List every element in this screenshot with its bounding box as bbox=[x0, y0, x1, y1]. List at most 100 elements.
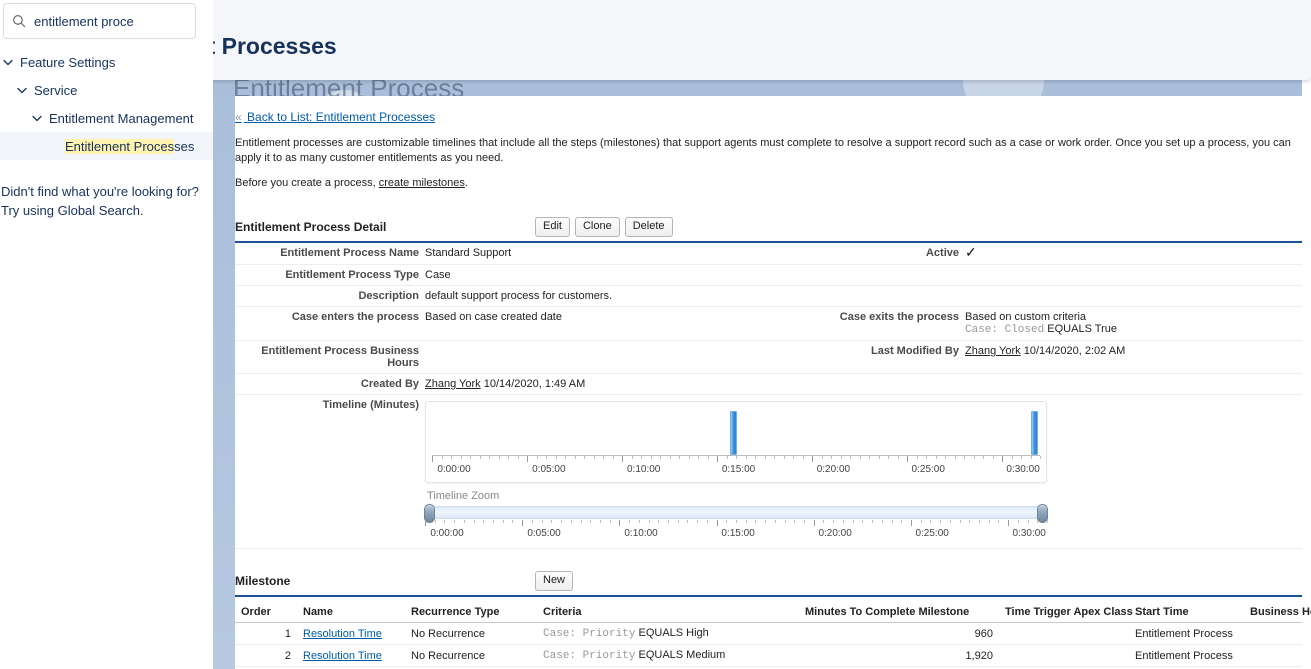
sidebar-item-entitlement-management[interactable]: Entitlement Management bbox=[0, 104, 213, 132]
column-header-name[interactable]: Name bbox=[297, 603, 405, 623]
axis-tick-minor bbox=[483, 520, 485, 523]
axis-tick-label: 0:00:00 bbox=[437, 464, 471, 475]
axis-tick-minor bbox=[1040, 456, 1041, 459]
axis-tick-minor bbox=[978, 520, 980, 523]
sidebar-item-label-rest: ses bbox=[174, 138, 195, 154]
column-header-order[interactable]: Order bbox=[235, 603, 297, 623]
axis-tick-minor bbox=[859, 456, 861, 459]
setup-page: Feature Settings Service Entitlement Man… bbox=[0, 0, 1311, 669]
field-label-empty-3 bbox=[775, 373, 965, 395]
cell-apex-class bbox=[999, 644, 1129, 667]
field-label-empty-2 bbox=[775, 285, 965, 307]
sidebar-item-label: Service bbox=[34, 82, 78, 98]
milestone-table-body: 1 Resolution Time No Recurrence Case: Prior… bbox=[235, 622, 1302, 669]
criteria-field-path: Case: Priority bbox=[543, 650, 636, 662]
column-header-minutes[interactable]: Minutes To Complete Milestone bbox=[799, 603, 999, 623]
back-to-list-link[interactable]: « Back to List: Entitlement Processes bbox=[235, 110, 1302, 124]
chevron-down-icon bbox=[32, 115, 42, 122]
axis-tick-minor bbox=[935, 456, 937, 459]
field-value-process-type: Case bbox=[425, 264, 765, 286]
field-value-active: ✓ bbox=[965, 243, 1302, 265]
created-by-date: 10/14/2020, 1:49 AM bbox=[483, 378, 586, 390]
back-to-list-label: Back to List: Entitlement Processes bbox=[247, 110, 436, 124]
axis-tick-minor bbox=[451, 456, 452, 459]
axis-tick-minor bbox=[555, 456, 557, 459]
axis-tick-minor bbox=[517, 456, 519, 459]
axis-tick-major bbox=[1002, 456, 1003, 462]
setup-nav-panel: Feature Settings Service Entitlement Man… bbox=[0, 0, 213, 669]
setup-search-box[interactable] bbox=[3, 3, 196, 39]
timeline-zoom-track[interactable] bbox=[424, 504, 1048, 523]
axis-tick-minor bbox=[593, 456, 595, 459]
axis-tick-minor bbox=[546, 456, 547, 459]
axis-tick-minor bbox=[660, 456, 661, 459]
created-by-user-link[interactable]: Zhang York bbox=[425, 378, 481, 390]
axis-tick-minor bbox=[631, 456, 633, 459]
axis-tick-minor bbox=[454, 520, 456, 523]
column-header-apex-class[interactable]: Time Trigger Apex Class bbox=[999, 603, 1133, 623]
field-label-process-name: Entitlement Process Name bbox=[235, 243, 425, 265]
content-sheet: « Back to List: Entitlement Processes En… bbox=[235, 96, 1311, 669]
milestone-name-link[interactable]: Resolution Time bbox=[303, 628, 382, 640]
axis-tick-minor bbox=[565, 456, 566, 459]
sidebar-item-entitlement-processes[interactable]: Entitlement Processes bbox=[0, 132, 213, 160]
criteria-operator-value: EQUALS Medium bbox=[638, 649, 726, 661]
intro-after-link: . bbox=[464, 177, 468, 189]
column-header-recurrence-type[interactable]: Recurrence Type bbox=[405, 603, 537, 623]
timeline-milestone-bar[interactable] bbox=[1030, 411, 1038, 455]
cell-business-hours bbox=[1244, 622, 1302, 645]
sidebar-item-service[interactable]: Service bbox=[0, 76, 213, 104]
detail-section-header: Entitlement Process Detail Edit Clone De… bbox=[235, 217, 1302, 243]
timeline-axis-labels: 0:00:00 0:05:00 0:10:00 0:15:00 0:20:00 0:25:… bbox=[432, 464, 1040, 478]
axis-tick-minor bbox=[736, 456, 737, 459]
timeline-milestone-bar[interactable] bbox=[729, 411, 737, 455]
axis-tick-minor bbox=[551, 520, 553, 523]
axis-tick-label: 0:15:00 bbox=[721, 528, 755, 539]
axis-tick-minor bbox=[881, 520, 883, 523]
chevron-down-icon bbox=[17, 87, 27, 94]
axis-tick-label: 0:10:00 bbox=[624, 528, 658, 539]
cell-minutes: 1,920 bbox=[799, 644, 999, 667]
column-header-business-hours[interactable]: Business Hours bbox=[1244, 603, 1311, 623]
delete-button[interactable]: Delete bbox=[624, 217, 673, 237]
axis-tick-minor bbox=[463, 520, 465, 523]
axis-tick-minor bbox=[945, 456, 946, 459]
field-value-empty-2 bbox=[965, 285, 1302, 307]
clone-button[interactable]: Clone bbox=[574, 217, 620, 237]
timeline-chart: 0:00:00 0:05:00 0:10:00 0:15:00 0:20:00 0:25:… bbox=[425, 401, 1047, 483]
axis-tick-label: 0:15:00 bbox=[721, 464, 756, 475]
sidebar-item-label: Feature Settings bbox=[20, 54, 116, 70]
timeline-tick-marks bbox=[432, 456, 1041, 463]
axis-tick-minor bbox=[802, 456, 804, 459]
axis-tick-minor bbox=[677, 520, 679, 523]
field-value-case-enters: Based on case created date bbox=[425, 306, 765, 341]
timeline-zoom-control[interactable]: 0:00:00 0:05:00 0:10:00 0:15:00 0:20:00 0:25:… bbox=[424, 504, 1048, 544]
cell-minutes: 960 bbox=[799, 622, 999, 645]
field-label-active: Active bbox=[775, 243, 965, 265]
axis-tick-label: 0:20:00 bbox=[816, 464, 851, 475]
axis-tick-minor bbox=[949, 520, 951, 523]
column-header-start-time[interactable]: Start Time bbox=[1129, 603, 1244, 623]
column-spacer bbox=[765, 285, 775, 307]
field-value-description: default support process for customers. bbox=[425, 285, 765, 307]
axis-tick-minor bbox=[561, 520, 563, 523]
axis-tick-minor bbox=[850, 456, 851, 459]
axis-tick-minor bbox=[498, 456, 500, 459]
search-input[interactable] bbox=[34, 13, 187, 29]
axis-tick-minor bbox=[765, 520, 767, 523]
check-icon: ✓ bbox=[965, 244, 977, 260]
create-milestones-link[interactable]: create milestones bbox=[379, 177, 465, 189]
new-milestone-button[interactable]: New bbox=[535, 571, 574, 591]
axis-tick-minor bbox=[745, 456, 747, 459]
table-row: Entitlement Process Business Hours Last … bbox=[235, 340, 1302, 374]
axis-tick-major bbox=[619, 520, 621, 526]
axis-tick-minor bbox=[574, 456, 576, 459]
column-header-criteria[interactable]: Criteria bbox=[537, 603, 799, 623]
axis-tick-minor bbox=[897, 456, 899, 459]
axis-tick-minor bbox=[1021, 456, 1022, 459]
axis-tick-minor bbox=[650, 456, 652, 459]
sidebar-item-feature-settings[interactable]: Feature Settings bbox=[0, 48, 213, 76]
milestone-name-link[interactable]: Resolution Time bbox=[303, 650, 382, 662]
last-modified-user-link[interactable]: Zhang York bbox=[965, 345, 1021, 357]
edit-button[interactable]: Edit bbox=[535, 217, 570, 237]
